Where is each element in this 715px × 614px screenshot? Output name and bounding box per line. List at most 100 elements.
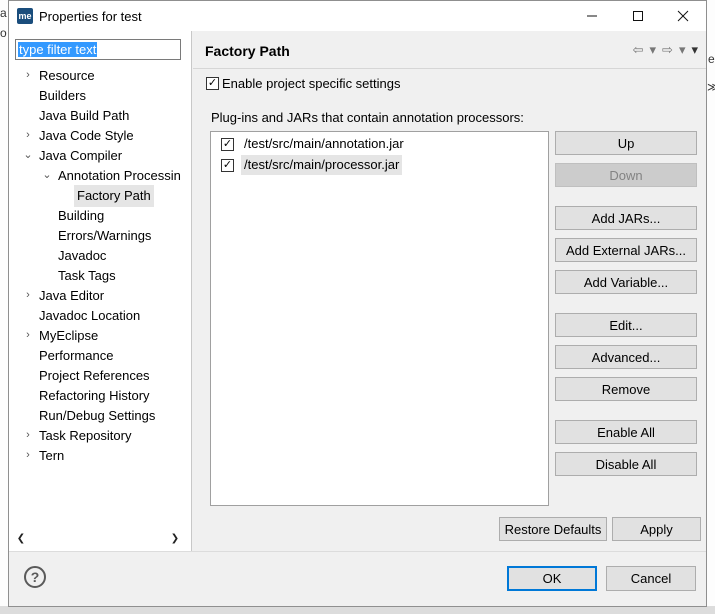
remove-button[interactable]: Remove — [555, 377, 697, 401]
enable-all-button[interactable]: Enable All — [555, 420, 697, 444]
tree-item-label: Java Build Path — [39, 108, 130, 123]
tree-item-label: Java Editor — [39, 288, 105, 303]
check-icon: ✓ — [207, 77, 218, 89]
tree-item-label: Performance — [39, 348, 114, 363]
tree-item-label: MyEclipse — [39, 328, 99, 343]
tree-item[interactable]: Task Tags — [9, 265, 192, 285]
jar-path: /test/src/main/processor.jar — [241, 155, 403, 175]
tree-item[interactable]: ⌄ Annotation Processin — [9, 165, 192, 185]
tree-item[interactable]: › Java Code Style — [9, 125, 192, 145]
tree-item[interactable]: Javadoc Location — [9, 305, 192, 325]
jar-list-description: Plug-ins and JARs that contain annotatio… — [211, 110, 524, 125]
background-text: a — [0, 6, 7, 20]
tree-item-label: Javadoc — [58, 248, 107, 263]
tree-item[interactable]: Factory Path — [9, 185, 192, 207]
title-separator — [193, 68, 706, 69]
edit-button[interactable]: Edit... — [555, 313, 697, 337]
minimize-icon — [587, 15, 597, 17]
tree-item-label: Factory Path — [74, 185, 154, 207]
restore-defaults-button[interactable]: Restore Defaults — [499, 517, 607, 541]
back-icon[interactable]: ⇦ — [633, 42, 644, 58]
tree-item[interactable]: Errors/Warnings — [9, 225, 192, 245]
tree-item-label: Annotation Processin — [58, 168, 181, 183]
page-navigation: ⇦ ▾ ⇨ ▾ ▾ — [633, 41, 698, 59]
down-button: Down — [555, 163, 697, 187]
disable-all-button[interactable]: Disable All — [555, 452, 697, 476]
tree-item-label: Run/Debug Settings — [39, 408, 156, 423]
forward-icon[interactable]: ⇨ — [662, 42, 673, 58]
maximize-button[interactable] — [615, 1, 661, 31]
tree-item-label: Resource — [39, 68, 95, 83]
tree-item[interactable]: › Java Editor — [9, 285, 192, 305]
add-external-jars-button[interactable]: Add External JARs... — [555, 238, 697, 262]
preference-tree-panel: type filter text › Resource Builders Java B… — [9, 31, 192, 551]
tree-item-label: Java Code Style — [39, 128, 134, 143]
factory-path-page: Factory Path ⇦ ▾ ⇨ ▾ ▾ ✓ Enable project … — [193, 31, 706, 551]
button-bar-separator — [9, 551, 706, 552]
background-text: ≫ — [707, 80, 715, 94]
tree-item-label: Javadoc Location — [39, 308, 141, 323]
tree-item[interactable]: › MyEclipse — [9, 325, 192, 345]
advanced-button[interactable]: Advanced... — [555, 345, 697, 369]
collapsed-chevron-icon[interactable]: › — [23, 325, 33, 345]
tree-item[interactable]: Javadoc — [9, 245, 192, 265]
scroll-right-icon[interactable]: ❯ — [167, 529, 183, 549]
collapsed-chevron-icon[interactable]: › — [23, 125, 33, 145]
window-title: Properties for test — [39, 9, 142, 24]
title-bar[interactable]: me Properties for test — [9, 1, 706, 31]
expanded-chevron-icon[interactable]: ⌄ — [23, 145, 33, 165]
collapsed-chevron-icon[interactable]: › — [23, 65, 33, 85]
background-text: e — [708, 52, 715, 66]
tree-item[interactable]: Run/Debug Settings — [9, 405, 192, 425]
collapsed-chevron-icon[interactable]: › — [23, 425, 33, 445]
filter-input[interactable]: type filter text — [15, 39, 181, 60]
tree-item[interactable]: › Task Repository — [9, 425, 192, 445]
tree-item[interactable]: Project References — [9, 365, 192, 385]
tree-item-label: Java Compiler — [39, 148, 123, 163]
tree-horizontal-scrollbar[interactable]: ❮ ❯ — [9, 529, 191, 549]
enable-project-settings-label[interactable]: Enable project specific settings — [222, 76, 400, 91]
tree-item[interactable]: ⌄ Java Compiler — [9, 145, 192, 165]
forward-menu-icon[interactable]: ▾ — [679, 42, 686, 58]
tree-item-label: Errors/Warnings — [58, 228, 152, 243]
tree-item[interactable]: Building — [9, 205, 192, 225]
tree-item-label: Building — [58, 208, 105, 223]
tree-item[interactable]: Java Build Path — [9, 105, 192, 125]
filter-input-text: type filter text — [18, 42, 98, 57]
expanded-chevron-icon[interactable]: ⌄ — [42, 165, 52, 185]
cancel-button[interactable]: Cancel — [606, 566, 696, 591]
tree-item-label: Builders — [39, 88, 86, 103]
check-icon: ✓ — [222, 138, 233, 150]
tree-item[interactable]: › Resource — [9, 65, 192, 85]
ok-button[interactable]: OK — [507, 566, 597, 591]
factory-path-list[interactable]: ✓ /test/src/main/annotation.jar ✓ /test/… — [210, 131, 549, 506]
tree-item-label: Task Tags — [58, 268, 116, 283]
scroll-left-icon[interactable]: ❮ — [13, 529, 29, 549]
tree-item[interactable]: Performance — [9, 345, 192, 365]
collapsed-chevron-icon[interactable]: › — [23, 445, 33, 465]
maximize-icon — [633, 11, 643, 21]
tree-item-label: Task Repository — [39, 428, 132, 443]
up-button[interactable]: Up — [555, 131, 697, 155]
tree-item[interactable]: › Tern — [9, 445, 192, 465]
back-menu-icon[interactable]: ▾ — [650, 42, 657, 58]
jar-checkbox[interactable]: ✓ — [221, 159, 234, 172]
tree-item[interactable]: Refactoring History — [9, 385, 192, 405]
jar-path: /test/src/main/annotation.jar — [244, 136, 404, 151]
jar-checkbox[interactable]: ✓ — [221, 138, 234, 151]
tree-item-label: Refactoring History — [39, 388, 150, 403]
add-variable-button[interactable]: Add Variable... — [555, 270, 697, 294]
view-menu-icon[interactable]: ▾ — [691, 42, 698, 58]
close-button[interactable] — [660, 1, 706, 31]
check-icon: ✓ — [222, 159, 233, 171]
page-title: Factory Path — [205, 43, 290, 59]
add-jars-button[interactable]: Add JARs... — [555, 206, 697, 230]
enable-project-settings-checkbox[interactable]: ✓ — [206, 77, 219, 90]
collapsed-chevron-icon[interactable]: › — [23, 285, 33, 305]
apply-button[interactable]: Apply — [612, 517, 701, 541]
tree-item-label: Tern — [39, 448, 65, 463]
help-icon[interactable]: ? — [24, 566, 46, 588]
preference-tree[interactable]: › Resource Builders Java Build Path › Java Co… — [9, 64, 192, 524]
minimize-button[interactable] — [569, 1, 615, 31]
tree-item[interactable]: Builders — [9, 85, 192, 105]
